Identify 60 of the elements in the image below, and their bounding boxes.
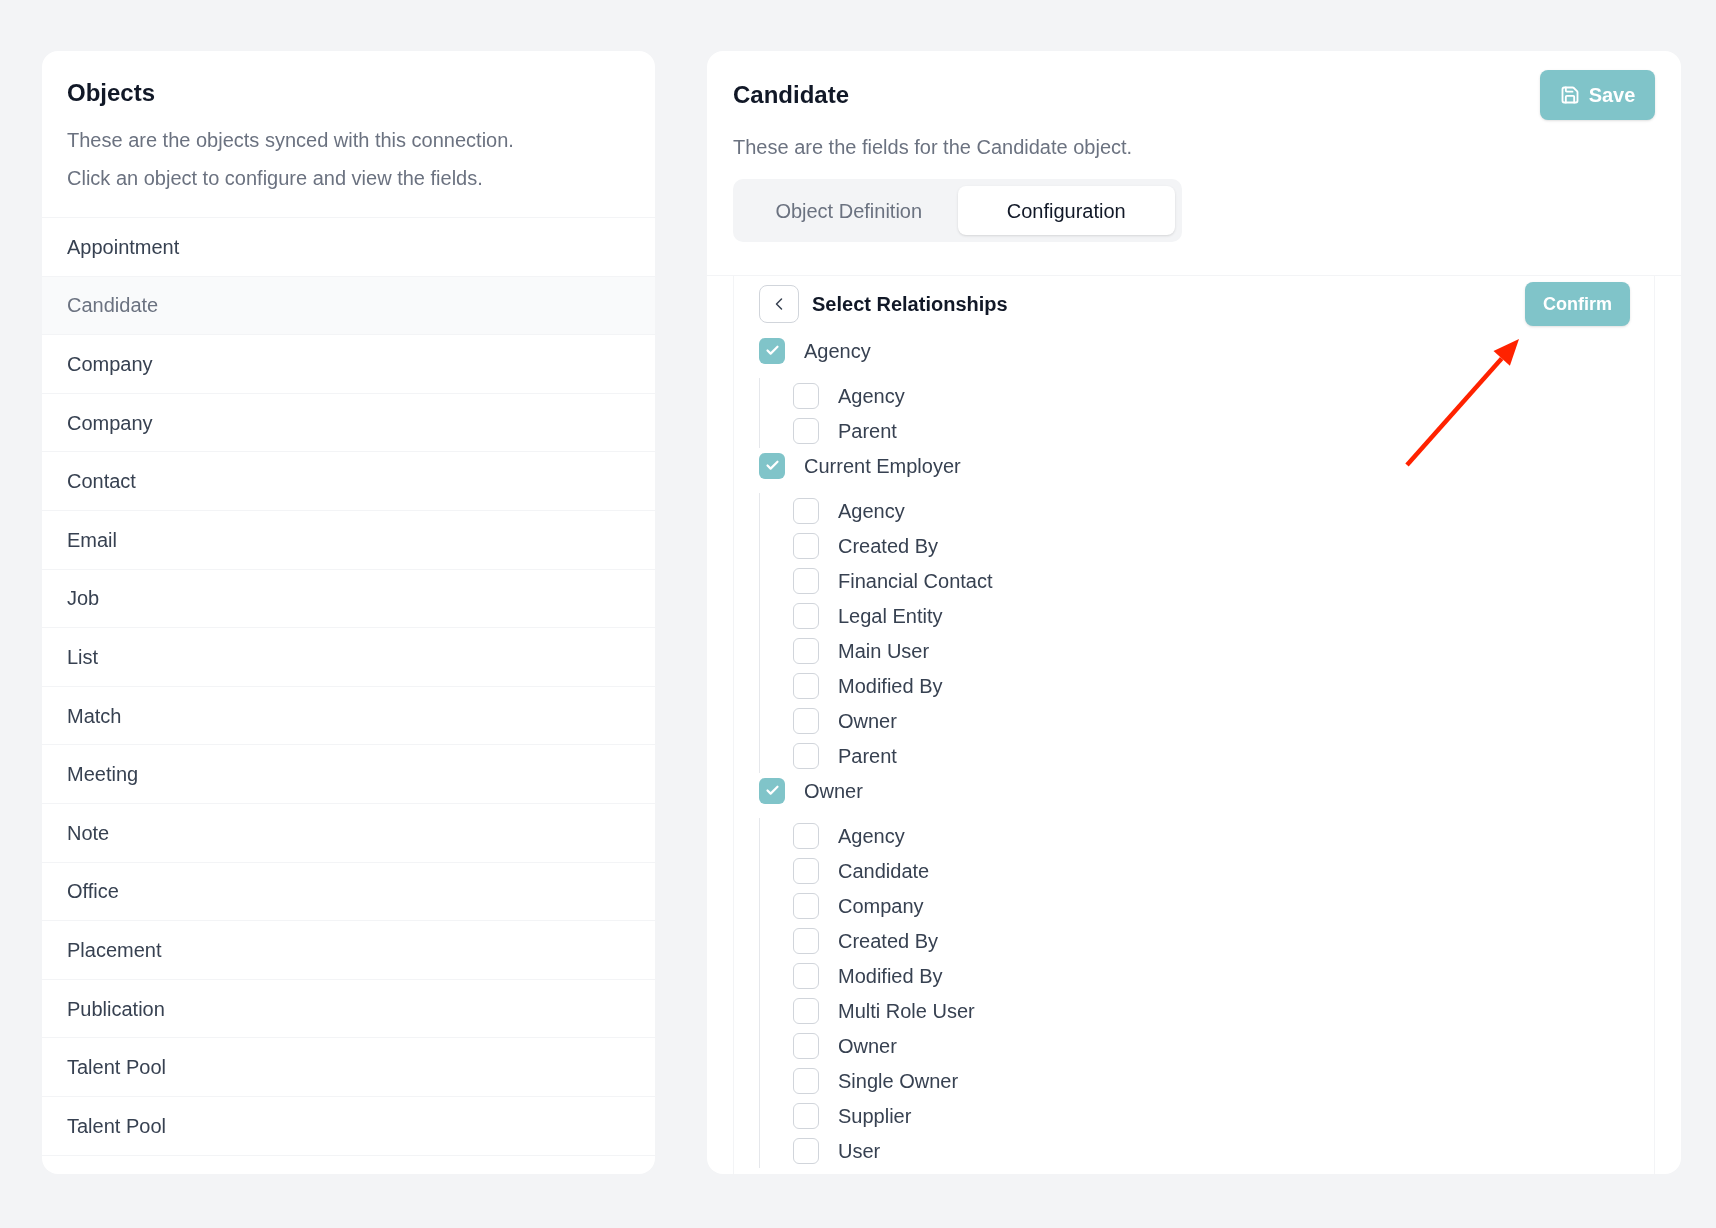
- checkbox-label[interactable]: Current Employer: [804, 450, 961, 481]
- checkbox[interactable]: [793, 707, 819, 734]
- checkbox-label[interactable]: Agency: [838, 495, 905, 526]
- tab[interactable]: Configuration: [957, 186, 1175, 235]
- checkbox-label[interactable]: Multi Role User: [838, 995, 975, 1026]
- checkbox-label[interactable]: Parent: [838, 415, 897, 446]
- checkbox[interactable]: [759, 452, 785, 479]
- back-button[interactable]: [759, 285, 799, 323]
- section-title: Select Relationships: [812, 292, 1008, 317]
- checkmark-icon: [764, 458, 780, 473]
- checkmark-icon: [764, 343, 780, 358]
- checkbox[interactable]: [793, 822, 819, 849]
- checkbox-label[interactable]: Created By: [838, 530, 939, 561]
- checkbox[interactable]: [793, 532, 819, 559]
- checkbox[interactable]: [793, 962, 819, 989]
- checkbox-label[interactable]: Owner: [804, 775, 863, 806]
- checkbox[interactable]: [793, 497, 819, 524]
- checkbox[interactable]: [793, 382, 819, 409]
- panel-description: These are the objects synced with this connection.: [67, 128, 515, 153]
- checkbox-label[interactable]: Owner: [838, 1030, 897, 1061]
- checkbox[interactable]: [793, 997, 819, 1024]
- checkbox-label[interactable]: Owner: [838, 705, 897, 736]
- checkbox-label[interactable]: Created By: [838, 925, 939, 956]
- checkbox[interactable]: [793, 892, 819, 919]
- checkbox-label[interactable]: Financial Contact: [838, 565, 993, 596]
- checkbox-label[interactable]: Company: [838, 890, 924, 921]
- panel-description: Click an object to configure and view the fields.: [67, 166, 484, 191]
- checkbox[interactable]: [793, 927, 819, 954]
- checkbox[interactable]: [793, 417, 819, 444]
- checkbox[interactable]: [793, 1032, 819, 1059]
- checkbox-label[interactable]: Single Owner: [838, 1065, 959, 1096]
- checkbox-label[interactable]: Modified By: [838, 670, 943, 701]
- checkbox[interactable]: [793, 1137, 819, 1164]
- checkmark-icon: [764, 783, 780, 798]
- checkbox-label[interactable]: Supplier: [838, 1100, 912, 1131]
- checkbox-label[interactable]: Modified By: [838, 960, 943, 991]
- checkbox[interactable]: [793, 742, 819, 769]
- object-list-item[interactable]: Candidate: [42, 275, 655, 335]
- checkbox-label[interactable]: Agency: [804, 335, 871, 366]
- checkbox[interactable]: [793, 1102, 819, 1129]
- checkbox[interactable]: [793, 567, 819, 594]
- checkbox-label[interactable]: Main User: [838, 635, 930, 666]
- checkbox[interactable]: [793, 637, 819, 664]
- panel-title: Candidate: [733, 80, 849, 110]
- panel-description: These are the fields for the Candidate object.: [733, 135, 1134, 160]
- checkbox-label[interactable]: Agency: [838, 380, 905, 411]
- checkbox[interactable]: [793, 857, 819, 884]
- checkbox-label[interactable]: Parent: [838, 740, 897, 771]
- checkbox-label[interactable]: Legal Entity: [838, 600, 943, 631]
- checkbox[interactable]: [793, 1067, 819, 1094]
- checkbox-label[interactable]: Candidate: [838, 855, 930, 886]
- save-icon: [1559, 85, 1580, 105]
- checkbox[interactable]: [759, 337, 785, 364]
- checkbox[interactable]: [793, 672, 819, 699]
- checkbox-label[interactable]: User: [838, 1135, 881, 1166]
- panel-title: Objects: [67, 78, 157, 108]
- checkbox-label[interactable]: Agency: [838, 820, 905, 851]
- tab[interactable]: Object Definition: [740, 186, 958, 235]
- checkbox[interactable]: [793, 602, 819, 629]
- checkbox[interactable]: [759, 777, 785, 804]
